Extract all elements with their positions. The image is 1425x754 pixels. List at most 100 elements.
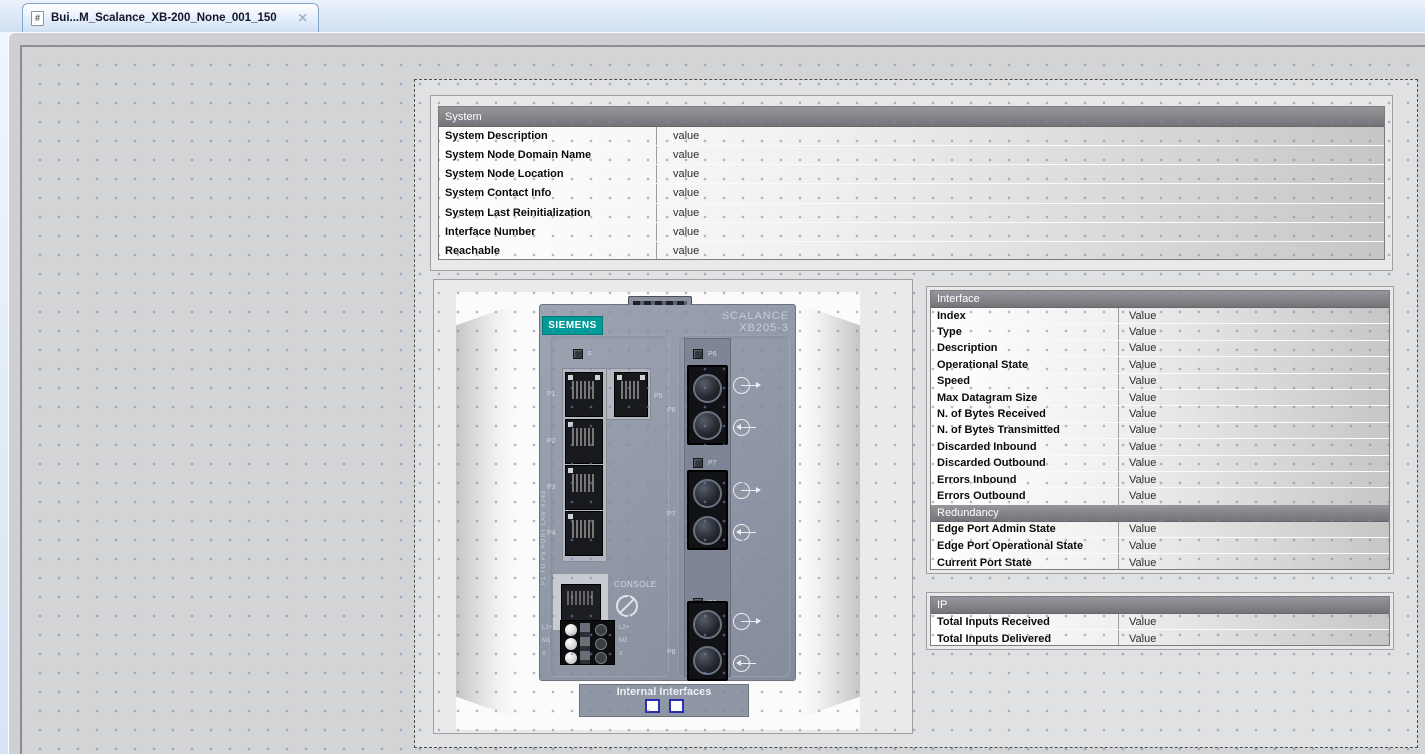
terminal-screw (595, 638, 607, 650)
table-row: System Node Locationvalue (439, 165, 1384, 184)
power-label-m1: M1 (542, 638, 550, 645)
fault-led-label: F (588, 351, 592, 359)
model-label: SCALANCE XB205-3 (722, 310, 789, 334)
terminal-screw (595, 624, 607, 636)
table-row: N. of Bytes ReceivedValue (931, 406, 1389, 422)
led-p6 (693, 349, 703, 359)
siemens-logo: SIEMENS (542, 316, 603, 335)
tx-arrow-icon (733, 482, 750, 499)
table-row: N. of Bytes TransmittedValue (931, 423, 1389, 439)
row-value: Value (1119, 308, 1389, 323)
table-row: IndexValue (931, 308, 1389, 324)
row-value: Value (1119, 538, 1389, 553)
fault-led (573, 349, 583, 359)
table-row: Reachablevalue (439, 242, 1384, 260)
row-value: Value (1119, 406, 1389, 421)
table-row: Errors OutboundValue (931, 488, 1389, 504)
row-value: Value (1119, 554, 1389, 570)
port-label-p1: P1 (547, 391, 556, 399)
table-row: Discarded InboundValue (931, 439, 1389, 455)
row-label: Index (931, 308, 1119, 323)
strip-label-p8: P8 (667, 649, 676, 657)
port-label-p5: P5 (654, 393, 663, 401)
tx-arrow-icon (733, 613, 750, 630)
row-value: value (657, 127, 1384, 145)
device-image-panel[interactable]: SIEMENS SCALANCE XB205-3 F (433, 279, 913, 734)
rx-arrow-icon (733, 655, 750, 672)
row-label: N. of Bytes Transmitted (931, 423, 1119, 438)
ip-table: IP Total Inputs ReceivedValueTotal Input… (930, 596, 1390, 646)
row-value: Value (1119, 341, 1389, 356)
editor-canvas[interactable]: System System DescriptionvalueSystem Nod… (20, 45, 1425, 754)
internal-interfaces-label: Internal Interfaces (580, 686, 748, 698)
row-value: Value (1119, 390, 1389, 405)
internal-interface-slot[interactable] (645, 699, 660, 713)
faceplate-editor-window: # Bui...M_Scalance_XB-200_None_001_150 ✕… (0, 0, 1425, 754)
model-line2: XB205-3 (722, 322, 789, 334)
table-row: Edge Port Operational StateValue (931, 538, 1389, 554)
power-label-l1: L1+ (542, 625, 552, 632)
console-label: CONSOLE (614, 581, 657, 589)
terminal-screw (565, 624, 577, 636)
row-value: Value (1119, 439, 1389, 454)
table-row: Current Port StateValue (931, 554, 1389, 570)
led-p7 (693, 458, 703, 468)
row-label: Edge Port Admin State (931, 522, 1119, 537)
row-label: Operational State (931, 357, 1119, 372)
table-row: Interface Numbervalue (439, 223, 1384, 242)
table-header-interface: Interface (931, 291, 1389, 308)
row-value: Value (1119, 522, 1389, 537)
rj45-port-p2 (565, 419, 603, 464)
scalance-switch-device: SIEMENS SCALANCE XB205-3 F (539, 304, 796, 681)
row-label: System Description (439, 127, 657, 145)
table-header-label: IP (937, 599, 947, 611)
interface-table-panel[interactable]: Interface IndexValueTypeValueDescription… (926, 286, 1394, 574)
port-label-p2: P2 (547, 438, 556, 446)
row-label: System Last Reinitialization (439, 204, 657, 222)
led-label-p6: P6 (708, 351, 717, 359)
table-row: Total Inputs ReceivedValue (931, 614, 1389, 630)
row-value: value (657, 165, 1384, 183)
redundancy-rows: Edge Port Admin StateValueEdge Port Oper… (931, 522, 1389, 570)
row-value: value (657, 146, 1384, 164)
din-rail-clip (628, 296, 692, 305)
table-row: System Descriptionvalue (439, 127, 1384, 146)
rj45-port-p5 (614, 372, 648, 417)
table-row: Edge Port Admin StateValue (931, 522, 1389, 538)
row-label: Max Datagram Size (931, 390, 1119, 405)
internal-interface-slot[interactable] (669, 699, 684, 713)
system-table-panel[interactable]: System System DescriptionvalueSystem Nod… (430, 95, 1393, 271)
row-value: Value (1119, 472, 1389, 487)
fiber-port-p8 (687, 601, 728, 681)
row-label: System Node Location (439, 165, 657, 183)
internal-interfaces-bar[interactable]: Internal Interfaces (579, 684, 749, 717)
row-label: Discarded Outbound (931, 456, 1119, 471)
led-label-p7: P7 (708, 460, 717, 468)
fiber-port-p7 (687, 470, 728, 550)
power-terminal-block (560, 620, 615, 665)
table-row: Discarded OutboundValue (931, 456, 1389, 472)
row-value: value (657, 242, 1384, 260)
row-value: value (657, 223, 1384, 241)
photo-shadow-right (800, 300, 860, 722)
table-row: Errors InboundValue (931, 472, 1389, 488)
ip-table-panel[interactable]: IP Total Inputs ReceivedValueTotal Input… (926, 592, 1394, 650)
row-label: System Node Domain Name (439, 146, 657, 164)
ground-icon: ≡ (542, 651, 546, 658)
rj45-port-p1 (565, 372, 603, 417)
tab-bar: # Bui...M_Scalance_XB-200_None_001_150 ✕ (0, 0, 1425, 32)
tab-close-icon[interactable]: ✕ (298, 12, 308, 24)
terminal-screw (565, 652, 577, 664)
row-label: Interface Number (439, 223, 657, 241)
rx-arrow-icon (733, 524, 750, 541)
tab-scalance-faceplate[interactable]: # Bui...M_Scalance_XB-200_None_001_150 ✕ (22, 3, 319, 32)
row-label: Edge Port Operational State (931, 538, 1119, 553)
table-row: System Last Reinitializationvalue (439, 204, 1384, 223)
row-value: Value (1119, 614, 1389, 629)
row-label: Reachable (439, 242, 657, 260)
row-value: Value (1119, 423, 1389, 438)
table-row: Operational StateValue (931, 357, 1389, 373)
row-value: value (657, 204, 1384, 222)
system-rows: System DescriptionvalueSystem Node Domai… (439, 127, 1384, 260)
port-label-p4: P4 (547, 530, 556, 538)
